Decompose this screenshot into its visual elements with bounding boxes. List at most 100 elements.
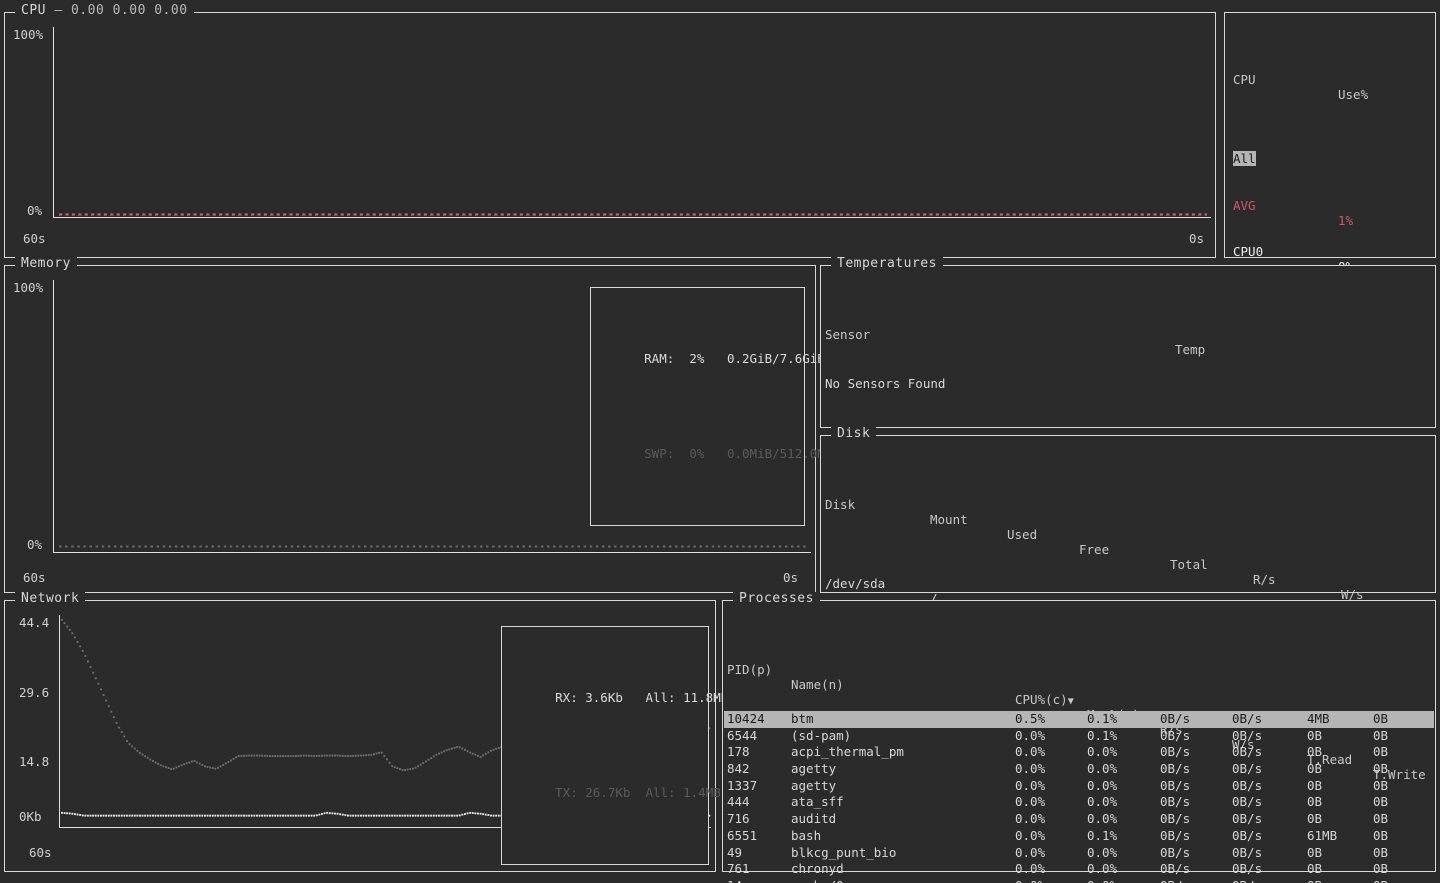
cpu-x-end-label: 0s xyxy=(1189,231,1204,246)
disk-header-mount[interactable]: Mount xyxy=(930,512,968,527)
process-cell-read-rate: 0B/s xyxy=(1160,761,1190,776)
disk-header-used[interactable]: Used xyxy=(1007,527,1037,542)
disk-header-row[interactable]: Disk Mount Used Free Total R/s W/s xyxy=(825,482,1430,516)
network-x-start-label: 60s xyxy=(29,845,52,860)
process-cell-name: acpi_thermal_pm xyxy=(791,744,904,759)
process-cell-total-read: 0B xyxy=(1307,728,1322,743)
process-row[interactable]: 716auditd0.0%0.0%0B/s0B/s0B0B xyxy=(727,811,1433,828)
memory-x-start-label: 60s xyxy=(23,570,46,585)
process-cell-mem-percent: 0.1% xyxy=(1087,828,1117,843)
processes-rows[interactable]: 10424btm0.5%0.1%0B/s0B/s4MB0B6544(sd-pam… xyxy=(727,711,1433,883)
cpu-y-max-label: 100% xyxy=(13,27,43,42)
process-cell-pid: 1337 xyxy=(727,778,757,793)
cpu-legend-row-cpu0[interactable]: CPU0 0% xyxy=(1233,229,1429,246)
process-cell-pid: 716 xyxy=(727,811,750,826)
process-cell-pid: 10424 xyxy=(727,711,765,726)
process-cell-total-read: 0B xyxy=(1307,744,1322,759)
process-cell-read-rate: 0B/s xyxy=(1160,828,1190,843)
process-row[interactable]: 178acpi_thermal_pm0.0%0.0%0B/s0B/s0B0B xyxy=(727,744,1433,761)
process-cell-cpu-percent: 0.0% xyxy=(1015,728,1045,743)
process-row[interactable]: 444ata_sff0.0%0.0%0B/s0B/s0B0B xyxy=(727,794,1433,811)
cpu-legend-name: All xyxy=(1233,151,1256,166)
sort-descending-icon: ▼ xyxy=(1068,696,1074,707)
disk-header-disk[interactable]: Disk xyxy=(825,497,855,512)
process-cell-mem-percent: 0.0% xyxy=(1087,744,1117,759)
process-row[interactable]: 842agetty0.0%0.0%0B/s0B/s0B0B xyxy=(727,761,1433,778)
process-row[interactable]: 6551bash0.0%0.1%0B/s0B/s61MB0B xyxy=(727,828,1433,845)
ram-usage: 0.2GiB/7.6GiB xyxy=(727,351,825,366)
processes-panel[interactable]: Processes PID(p) Name(n) CPU%(c)▼ Mem%(m… xyxy=(722,600,1436,872)
process-row[interactable]: 761chronyd0.0%0.0%0B/s0B/s0B0B xyxy=(727,861,1433,878)
process-cell-mem-percent: 0.0% xyxy=(1087,878,1117,883)
temperatures-panel-title: Temperatures xyxy=(831,257,943,271)
processes-table[interactable]: PID(p) Name(n) CPU%(c)▼ Mem%(m) R/s W/s … xyxy=(727,617,1433,883)
ram-line: RAM: 2% 0.2GiB/7.6GiB xyxy=(599,330,796,387)
disk-table[interactable]: Disk Mount Used Free Total R/s W/s /dev/… xyxy=(825,452,1430,611)
memory-x-axis xyxy=(53,552,811,553)
processes-panel-title: Processes xyxy=(733,592,820,606)
process-cell-read-rate: 0B/s xyxy=(1160,878,1190,883)
process-cell-write-rate: 0B/s xyxy=(1232,711,1262,726)
process-row[interactable]: 10424btm0.5%0.1%0B/s0B/s4MB0B xyxy=(724,711,1434,728)
process-row[interactable]: 6544(sd-pam)0.0%0.1%0B/s0B/s0B0B xyxy=(727,728,1433,745)
process-cell-cpu-percent: 0.0% xyxy=(1015,845,1045,860)
cpu-legend-panel[interactable]: CPU Use% All AVG 1% CPU0 0% CPU1 1% CPU2… xyxy=(1224,12,1436,258)
process-cell-mem-percent: 0.1% xyxy=(1087,711,1117,726)
network-panel[interactable]: Network 44.4 29.6 14.8 0Kb 60s 0s RX: 3.… xyxy=(4,600,716,872)
disk-panel[interactable]: Disk Disk Mount Used Free Total R/s W/s … xyxy=(820,435,1436,593)
disk-header-free[interactable]: Free xyxy=(1079,542,1109,557)
memory-panel-title: Memory xyxy=(15,257,77,271)
cpu-y-axis xyxy=(53,27,54,217)
processes-header-name[interactable]: Name(n) xyxy=(791,677,844,692)
process-cell-name: chronyd xyxy=(791,861,844,876)
process-cell-cpu-percent: 0.0% xyxy=(1015,761,1045,776)
process-cell-read-rate: 0B/s xyxy=(1160,744,1190,759)
process-cell-total-write: 0B xyxy=(1373,878,1388,883)
network-info-box: RX: 3.6Kb All: 11.8MB TX: 26.7Kb All: 1.… xyxy=(501,626,709,865)
process-cell-cpu-percent: 0.0% xyxy=(1015,744,1045,759)
network-y-label-3: 44.4 xyxy=(19,615,49,630)
process-cell-total-write: 0B xyxy=(1373,761,1388,776)
temperatures-empty-message: No Sensors Found xyxy=(825,376,1425,391)
processes-header-row[interactable]: PID(p) Name(n) CPU%(c)▼ Mem%(m) R/s W/s … xyxy=(727,647,1433,681)
process-row[interactable]: 49blkcg_punt_bio0.0%0.0%0B/s0B/s0B0B xyxy=(727,845,1433,862)
process-row[interactable]: 1337agetty0.0%0.0%0B/s0B/s0B0B xyxy=(727,778,1433,795)
process-cell-write-rate: 0B/s xyxy=(1232,728,1262,743)
processes-header-cpu[interactable]: CPU%(c)▼ xyxy=(1015,692,1074,707)
process-cell-total-write: 0B xyxy=(1373,828,1388,843)
swap-percent: 0% xyxy=(689,446,704,461)
process-cell-read-rate: 0B/s xyxy=(1160,794,1190,809)
process-cell-name: bash xyxy=(791,828,821,843)
temperatures-header-row: Sensor Temp xyxy=(825,312,1425,346)
processes-header-pid[interactable]: PID(p) xyxy=(727,662,772,677)
network-y-axis xyxy=(59,615,60,827)
process-cell-pid: 6551 xyxy=(727,828,757,843)
process-row[interactable]: 14cpuhp/00.0%0.0%0B/s0B/s0B0B xyxy=(727,878,1433,883)
cpu-panel-title-sep: — xyxy=(54,3,62,18)
ram-percent: 2% xyxy=(689,351,704,366)
process-cell-name: auditd xyxy=(791,811,836,826)
memory-info-box: RAM: 2% 0.2GiB/7.6GiB SWP: 0% 0.0MiB/512… xyxy=(590,287,805,526)
process-cell-read-rate: 0B/s xyxy=(1160,845,1190,860)
temperatures-panel[interactable]: Temperatures Sensor Temp No Sensors Foun… xyxy=(820,265,1436,428)
memory-panel[interactable]: Memory 100% 0% 60s 0s RAM: 2% 0.2GiB/7.6… xyxy=(4,265,816,593)
process-cell-total-write: 0B xyxy=(1373,744,1388,759)
temperatures-table[interactable]: Sensor Temp No Sensors Found xyxy=(825,282,1425,421)
process-cell-total-write: 0B xyxy=(1373,845,1388,860)
cpu-legend-row-avg[interactable]: AVG 1% xyxy=(1233,183,1429,200)
network-panel-title: Network xyxy=(15,592,85,606)
process-cell-pid: 178 xyxy=(727,744,750,759)
network-tx-line: TX: 26.7Kb All: 1.4MB xyxy=(510,764,700,821)
process-cell-read-rate: 0B/s xyxy=(1160,728,1190,743)
process-cell-write-rate: 0B/s xyxy=(1232,828,1262,843)
process-cell-total-write: 0B xyxy=(1373,778,1388,793)
process-cell-read-rate: 0B/s xyxy=(1160,861,1190,876)
network-rx-line: RX: 3.6Kb All: 11.8MB xyxy=(510,669,700,726)
disk-table-row[interactable]: /dev/sda / 1% 158GB 169GB 0B/s 0B/s xyxy=(825,561,1430,581)
cpu-legend-row-all[interactable]: All xyxy=(1233,136,1429,153)
network-tx-total: All: 1.4MB xyxy=(645,785,720,800)
process-cell-pid: 761 xyxy=(727,861,750,876)
cpu-panel[interactable]: CPU — 0.00 0.00 0.00 100% 0% 60s 0s xyxy=(4,12,1216,258)
cpu-x-axis xyxy=(53,217,1211,218)
network-rx-total: All: 11.8MB xyxy=(645,690,728,705)
